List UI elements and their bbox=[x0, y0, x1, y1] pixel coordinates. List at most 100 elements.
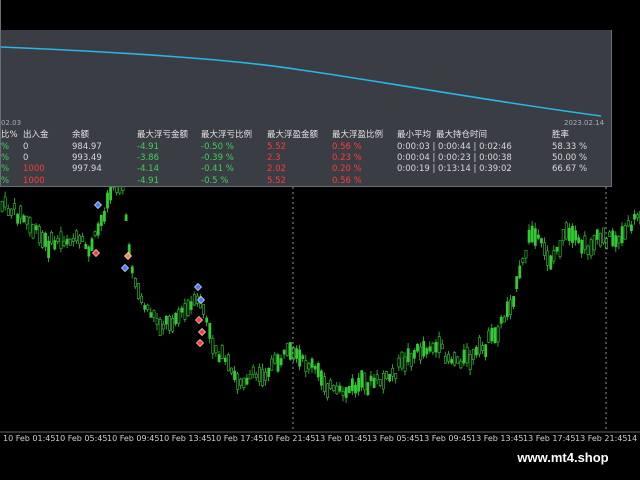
candle-body bbox=[549, 255, 553, 270]
candle-body bbox=[99, 214, 103, 226]
candle-body bbox=[53, 240, 57, 250]
candle-body bbox=[137, 283, 140, 300]
cell-balance: 993.49 bbox=[72, 153, 102, 163]
candle-body bbox=[329, 379, 333, 389]
candle-body bbox=[75, 230, 78, 242]
candle-body bbox=[409, 353, 413, 367]
cell-hold-time: 0:00:04 | 0:00:23 | 0:00:38 bbox=[397, 153, 512, 163]
candle-body bbox=[205, 317, 209, 323]
candle-body bbox=[462, 349, 466, 364]
candle-body bbox=[68, 238, 72, 246]
candle-body bbox=[552, 250, 556, 262]
candle-body bbox=[307, 363, 311, 370]
header-col-0: 比% bbox=[1, 130, 18, 140]
cell-max-profit-pct: 0.23 % bbox=[332, 153, 362, 163]
candle-body bbox=[394, 373, 398, 379]
candle-body bbox=[248, 374, 252, 380]
candle-body bbox=[437, 336, 441, 353]
candle-body bbox=[571, 225, 574, 243]
candle-body bbox=[484, 344, 488, 357]
candle-body bbox=[434, 341, 438, 353]
time-axis-label: 10 Feb 13:45 bbox=[159, 434, 212, 443]
candle-body bbox=[62, 240, 66, 247]
candle-body bbox=[28, 217, 32, 234]
candle-body bbox=[375, 374, 379, 381]
time-axis-label: 13 Feb 05:45 bbox=[367, 434, 420, 443]
cell-hold-time: 0:00:19 | 0:13:14 | 0:39:02 bbox=[397, 164, 512, 174]
candle-body bbox=[152, 310, 156, 319]
header-max-profit-pct: 最大浮盈比例 bbox=[332, 130, 384, 140]
candle-body bbox=[264, 371, 268, 381]
candle-body bbox=[50, 232, 54, 244]
candle-body bbox=[56, 238, 60, 242]
candle-body bbox=[22, 215, 26, 223]
candle-body bbox=[385, 371, 388, 379]
cell-deposit: 1000 bbox=[23, 164, 45, 174]
cell-hold-time: 0:00:03 | 0:00:44 | 0:02:46 bbox=[397, 142, 512, 152]
candle-body bbox=[276, 354, 280, 372]
time-axis-label: 10 Feb 21:45 bbox=[263, 434, 316, 443]
candle-body bbox=[84, 243, 88, 250]
candle-body bbox=[515, 276, 519, 289]
candle-body bbox=[487, 330, 491, 343]
candle-body bbox=[273, 354, 277, 364]
candle-body bbox=[574, 230, 578, 241]
candle-body bbox=[406, 348, 410, 363]
candle-body bbox=[143, 305, 147, 310]
cell-balance: 997.94 bbox=[72, 164, 102, 174]
candle-body bbox=[242, 377, 246, 388]
candle-body bbox=[282, 349, 286, 355]
candle-body bbox=[388, 373, 392, 382]
cell-win-rate: 66.67 % bbox=[552, 164, 588, 174]
candle-body bbox=[245, 377, 249, 385]
candle-body bbox=[103, 211, 106, 222]
time-axis-label: 10 Feb 01:45 bbox=[3, 434, 56, 443]
candle-body bbox=[493, 327, 497, 344]
candle-body bbox=[608, 231, 612, 237]
cell-max-loss-pct: -0.5 % bbox=[201, 176, 229, 186]
candle-body bbox=[90, 238, 94, 251]
candle-body bbox=[316, 363, 320, 378]
candle-body bbox=[391, 367, 395, 377]
candle-body bbox=[323, 376, 326, 392]
candle-body bbox=[512, 296, 516, 307]
time-axis-label: 10 Feb 05:45 bbox=[55, 434, 108, 443]
trade-marker-icon bbox=[194, 283, 202, 291]
candle-body bbox=[636, 214, 640, 219]
table-row: % 1000 997.94 -4.14 -0.41 % 2.02 0.20 % … bbox=[1, 164, 613, 175]
time-axis-label: 14 Fe bbox=[627, 434, 640, 443]
candle-body bbox=[592, 234, 596, 251]
trade-marker-icon bbox=[196, 339, 204, 347]
curve-end-date: 2023.02.14 bbox=[564, 119, 605, 127]
cell-max-loss-pct: -0.39 % bbox=[201, 153, 234, 163]
candle-body bbox=[192, 294, 196, 306]
candle-body bbox=[3, 196, 7, 208]
candle-body bbox=[189, 301, 193, 310]
panel-top-strip bbox=[1, 0, 613, 30]
candle-body bbox=[521, 258, 525, 263]
candle-body bbox=[211, 338, 215, 354]
candle-body bbox=[499, 316, 503, 324]
candle-body bbox=[183, 303, 187, 320]
table-row: % 0 993.49 -3.86 -0.39 % 2.3 0.23 % 0:00… bbox=[1, 153, 613, 164]
trade-marker-icon bbox=[121, 264, 129, 272]
candle-body bbox=[633, 214, 636, 220]
cell-max-loss-amount: -4.91 bbox=[137, 176, 159, 186]
candle-body bbox=[270, 358, 274, 371]
candle-body bbox=[59, 231, 63, 250]
candle-body bbox=[490, 327, 494, 342]
cell-col-0: % bbox=[1, 153, 10, 163]
candle-body bbox=[416, 343, 419, 352]
candle-body bbox=[478, 337, 481, 355]
cell-balance: 984.97 bbox=[72, 142, 102, 152]
cell-max-loss-pct: -0.50 % bbox=[201, 142, 234, 152]
candle-body bbox=[400, 351, 404, 369]
candle-body bbox=[623, 225, 627, 240]
header-max-hold-time: 最大持仓时间 bbox=[436, 130, 488, 140]
cell-max-profit-amount: 2.3 bbox=[267, 153, 281, 163]
candle-body bbox=[0, 200, 4, 212]
candle-body bbox=[16, 213, 20, 224]
candle-body bbox=[155, 318, 159, 325]
candle-body bbox=[37, 226, 41, 244]
candle-body bbox=[72, 237, 75, 242]
